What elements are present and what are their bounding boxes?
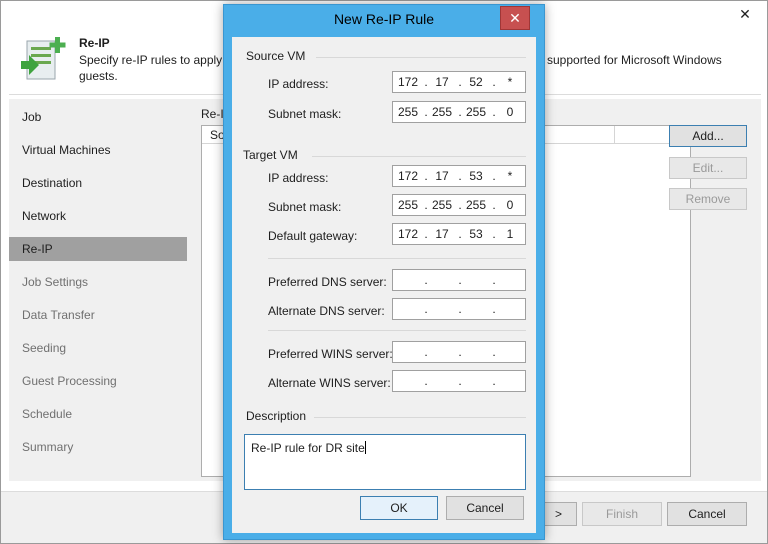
nav-item-job-settings[interactable]: Job Settings — [9, 270, 187, 294]
alt-wins-input[interactable]: ... — [392, 370, 526, 392]
new-reip-rule-dialog: New Re-IP Rule ✕ Source VM IP address: 1… — [223, 4, 545, 540]
octet: 255 — [431, 198, 453, 212]
alt-dns-label: Alternate DNS server: — [268, 304, 385, 318]
cancel-button[interactable]: Cancel — [667, 502, 747, 526]
dns-separator — [268, 258, 526, 259]
nav-item-data-transfer[interactable]: Data Transfer — [9, 303, 187, 327]
dialog-body: Source VM IP address: 172. 17. 52. * Sub… — [232, 37, 536, 533]
dot: . — [492, 273, 496, 287]
octet: 172 — [397, 75, 419, 89]
dot: . — [458, 302, 462, 316]
description-text: Re-IP rule for DR site — [251, 441, 365, 455]
alt-wins-label: Alternate WINS server: — [268, 376, 391, 390]
description-title: Description — [246, 409, 307, 423]
remove-button[interactable]: Remove — [669, 188, 747, 210]
dot: . — [458, 374, 462, 388]
nav-item-schedule[interactable]: Schedule — [9, 402, 187, 426]
dot: . — [458, 345, 462, 359]
dot: . — [492, 345, 496, 359]
octet: 255 — [465, 105, 487, 119]
dot: . — [458, 273, 462, 287]
octet: 0 — [506, 105, 514, 119]
ok-button[interactable]: OK — [360, 496, 438, 520]
octet: 52 — [469, 75, 483, 89]
alt-dns-input[interactable]: ... — [392, 298, 526, 320]
dot: . — [424, 273, 428, 287]
nav-item-job[interactable]: Job — [9, 105, 187, 129]
source-ip-input[interactable]: 172. 17. 52. * — [392, 71, 526, 93]
dot: . — [424, 374, 428, 388]
octet: 172 — [397, 227, 419, 241]
target-vm-title: Target VM — [243, 148, 298, 162]
octet: 0 — [506, 198, 514, 212]
pref-dns-input[interactable]: ... — [392, 269, 526, 291]
nav-item-guest-processing[interactable]: Guest Processing — [9, 369, 187, 393]
nav-item-re-ip[interactable]: Re-IP — [9, 237, 187, 261]
column-separator[interactable] — [614, 126, 615, 144]
source-ip-label: IP address: — [268, 77, 329, 91]
text-caret — [364, 441, 366, 454]
target-vm-separator — [312, 156, 526, 157]
target-mask-label: Subnet mask: — [268, 200, 342, 214]
next-label: > — [554, 507, 562, 521]
header-description-right: supported for Microsoft Windows — [547, 53, 722, 67]
nav-item-destination[interactable]: Destination — [9, 171, 187, 195]
dot: . — [424, 302, 428, 316]
header-title: Re-IP — [79, 36, 110, 50]
nav-item-virtual-machines[interactable]: Virtual Machines — [9, 138, 187, 162]
octet: 1 — [506, 227, 514, 241]
dot: . — [492, 302, 496, 316]
source-mask-input[interactable]: 255. 255. 255. 0 — [392, 101, 526, 123]
octet: 53 — [469, 169, 483, 183]
source-vm-separator — [316, 57, 526, 58]
nav-item-summary[interactable]: Summary — [9, 435, 187, 459]
octet: 255 — [465, 198, 487, 212]
octet: 17 — [435, 169, 449, 183]
description-textarea[interactable]: Re-IP rule for DR site — [244, 434, 526, 490]
octet: * — [507, 169, 513, 183]
octet: 255 — [397, 198, 419, 212]
octet: * — [507, 75, 513, 89]
reip-list-label: Re-I — [201, 107, 224, 121]
wizard-close-icon[interactable]: ✕ — [733, 5, 757, 23]
octet: 172 — [397, 169, 419, 183]
target-ip-input[interactable]: 172. 17. 53. * — [392, 165, 526, 187]
edit-button[interactable]: Edit... — [669, 157, 747, 179]
target-mask-input[interactable]: 255. 255. 255. 0 — [392, 194, 526, 216]
dialog-close-icon[interactable]: ✕ — [500, 6, 530, 30]
nav-item-network[interactable]: Network — [9, 204, 187, 228]
gateway-label: Default gateway: — [268, 229, 358, 243]
octet: 255 — [431, 105, 453, 119]
pref-dns-label: Preferred DNS server: — [268, 275, 387, 289]
octet: 53 — [469, 227, 483, 241]
pref-wins-input[interactable]: ... — [392, 341, 526, 363]
octet: 17 — [435, 75, 449, 89]
header-description: Specify re-IP rules to apply t — [79, 53, 229, 67]
dot: . — [492, 374, 496, 388]
source-vm-title: Source VM — [246, 49, 306, 63]
header-description-line2: guests. — [79, 69, 118, 83]
gateway-input[interactable]: 172. 17. 53. 1 — [392, 223, 526, 245]
pref-wins-label: Preferred WINS server: — [268, 347, 393, 361]
octet: 255 — [397, 105, 419, 119]
add-button[interactable]: Add... — [669, 125, 747, 147]
dialog-title: New Re-IP Rule — [333, 11, 435, 27]
nav-item-seeding[interactable]: Seeding — [9, 336, 187, 360]
description-separator — [314, 417, 526, 418]
reip-icon — [21, 37, 66, 80]
target-ip-label: IP address: — [268, 171, 329, 185]
dialog-cancel-button[interactable]: Cancel — [446, 496, 524, 520]
finish-button[interactable]: Finish — [582, 502, 662, 526]
wins-separator — [268, 330, 526, 331]
dot: . — [424, 345, 428, 359]
source-mask-label: Subnet mask: — [268, 107, 342, 121]
octet: 17 — [435, 227, 449, 241]
wizard-sidebar: Job Virtual Machines Destination Network… — [9, 99, 189, 481]
